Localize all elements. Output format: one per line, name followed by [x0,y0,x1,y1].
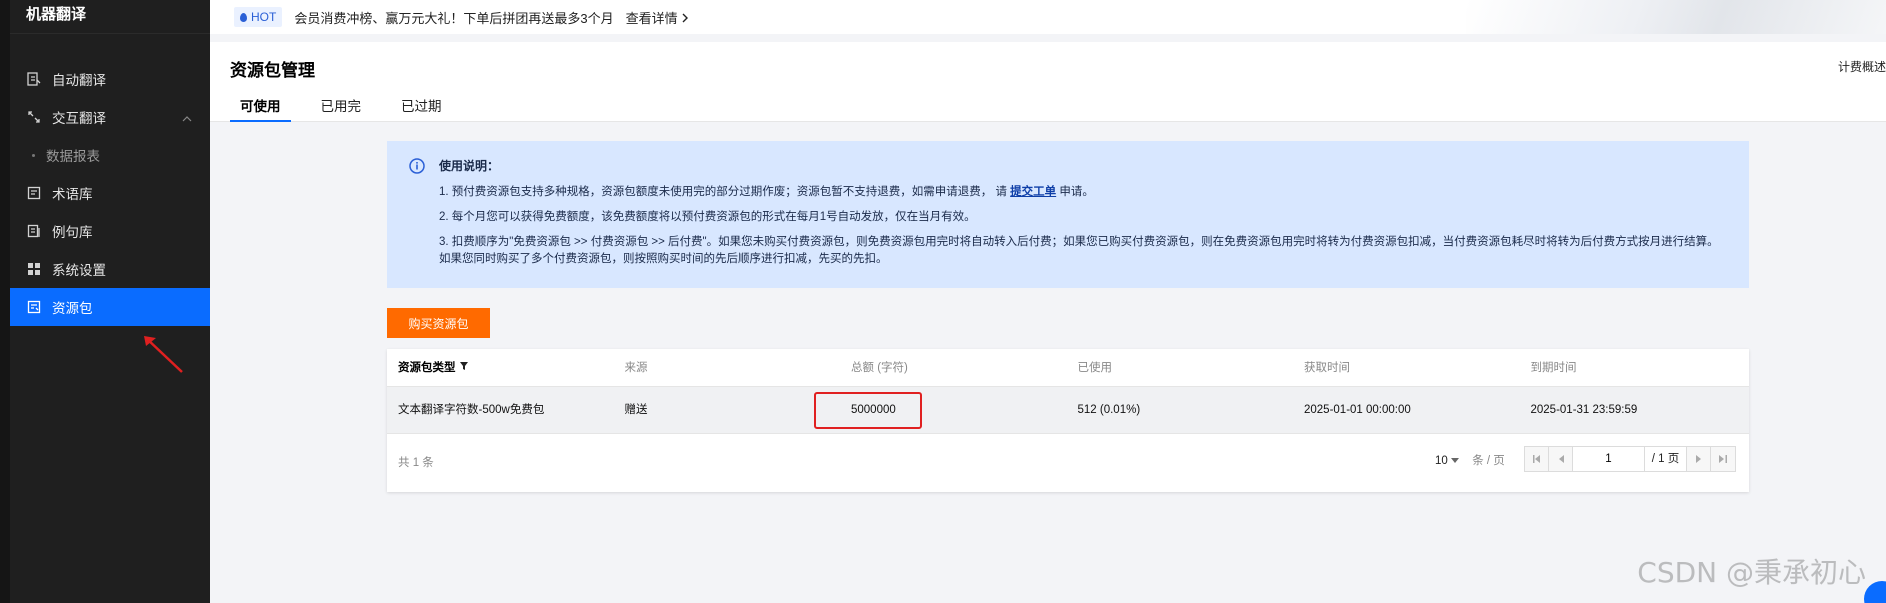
chevron-right-icon [682,13,689,22]
table-header: 资源包类型 来源 总额 (字符) 已使用 获取时间 到期时间 [387,349,1749,387]
sidebar-item-label: 交互翻译 [52,111,106,126]
sidebar-item-glossary[interactable]: 术语库 [10,174,210,212]
next-page-button[interactable] [1687,447,1711,471]
sidebar-item-label: 资源包 [52,301,93,316]
banner-link-label[interactable]: 查看详情 [626,11,678,26]
first-page-icon [1532,455,1540,463]
cell-acquired: 2025-01-01 00:00:00 [1304,404,1411,416]
tab-available[interactable]: 可使用 [230,96,291,122]
glossary-icon [26,185,42,201]
pagination: / 1 页 [1524,446,1736,472]
notice-line-1-suffix: 申请。 [1056,186,1094,198]
flame-icon [240,12,247,22]
sidebar-item-label: 数据报表 [46,149,100,164]
interactive-icon [26,109,42,125]
column-header-acquired: 获取时间 [1304,362,1350,374]
sidebar-item-interactive-translate[interactable]: 交互翻译 [10,98,210,136]
package-table: 资源包类型 来源 总额 (字符) 已使用 获取时间 到期时间 文本翻译字符数-5… [387,349,1749,492]
sidebar-item-auto-translate[interactable]: 自动翻译 [10,60,210,98]
total-pages: / 1 页 [1645,447,1687,471]
notice-line-3: 3. 扣费顺序为"免费资源包 >> 付费资源包 >> 后付费"。如果您未购买付费… [439,236,1719,265]
chevron-down-icon [1451,458,1459,463]
column-header-expires: 到期时间 [1530,362,1577,374]
table-row[interactable]: 文本翻译字符数-500w免费包 赠送 5000000 512 (0.01%) 2… [387,387,1749,434]
page-size-unit: 条 / 页 [1472,455,1505,467]
highlight-box [814,392,922,429]
floating-help-button[interactable] [1864,581,1886,603]
tab-used-up[interactable]: 已用完 [311,96,372,122]
buy-package-button[interactable]: 购买资源包 [387,308,490,338]
column-header-used: 已使用 [1077,362,1113,374]
grid-icon [26,261,42,277]
cell-source: 赠送 [624,404,648,416]
sidebar: 机器翻译 自动翻译 交互翻译 数据报表 术语库 例句库 系统设置 资源包 [10,0,210,603]
submit-ticket-link[interactable]: 提交工单 [1010,186,1056,198]
column-header-total: 总额 (字符) [851,362,908,374]
first-page-button[interactable] [1525,447,1549,471]
page-number-input[interactable] [1573,447,1645,471]
prev-page-button[interactable] [1549,447,1573,471]
sidebar-item-label: 例句库 [52,225,93,240]
column-header-label: 资源包类型 [398,362,456,374]
prev-page-icon [1558,455,1564,463]
banner-decoration [1466,0,1886,34]
promo-banner: HOT 会员消费冲榜、赢万元大礼！下单后拼团再送最多3个月 查看详情 [210,0,1886,34]
sidebar-item-examples[interactable]: 例句库 [10,212,210,250]
page-header: 资源包管理 计费概述 可使用 已用完 已过期 [210,42,1886,122]
notice-line-2: 2. 每个月您可以获得免费额度，该免费额度将以预付费资源包的形式在每月1号自动发… [439,211,976,223]
billing-overview-link[interactable]: 计费概述 [1838,58,1886,75]
next-page-icon [1695,455,1701,463]
column-header-source: 来源 [624,362,648,374]
column-header-type[interactable]: 资源包类型 [387,349,614,386]
notice-line-1-text: 1. 预付费资源包支持多种规格，资源包额度未使用完的部分过期作废；资源包暂不支持… [439,186,1011,198]
sidebar-item-resource-package[interactable]: 资源包 [10,288,210,326]
last-page-icon [1719,455,1727,463]
sidebar-item-label: 术语库 [52,187,93,202]
sidebar-brand: 机器翻译 [10,0,210,34]
chevron-up-icon[interactable] [182,111,192,126]
annotation-arrow [144,336,183,373]
usage-notice: 使用说明： 1. 预付费资源包支持多种规格，资源包额度未使用完的部分过期作废；资… [387,141,1749,288]
cell-used: 512 (0.01%) [1077,404,1141,416]
notice-title: 使用说明： [439,159,500,173]
page-size-value[interactable]: 10 [1435,455,1448,467]
notice-line-1: 1. 预付费资源包支持多种规格，资源包额度未使用完的部分过期作废；资源包暂不支持… [439,184,1729,201]
tab-expired[interactable]: 已过期 [391,96,452,122]
hot-badge: HOT [234,7,283,27]
table-footer: 共 1 条 10 条 / 页 / 1 页 [387,434,1749,490]
cell-type: 文本翻译字符数-500w免费包 [398,404,545,416]
cell-total: 5000000 [814,387,1067,433]
info-icon [409,158,425,174]
sidebar-nav: 自动翻译 交互翻译 数据报表 术语库 例句库 系统设置 资源包 [10,60,210,326]
package-icon [26,299,42,315]
banner-text: 会员消费冲榜、赢万元大礼！下单后拼团再送最多3个月 [294,10,614,26]
sidebar-item-label: 自动翻译 [52,73,106,88]
sidebar-item-data-report[interactable]: 数据报表 [10,136,210,174]
banner-details-link[interactable]: 查看详情 [626,8,690,27]
watermark: CSDN @秉承初心 [1637,556,1866,589]
window-edge [0,0,10,603]
bullet-dot [32,154,35,157]
filter-icon[interactable] [459,361,469,371]
tab-bar: 可使用 已用完 已过期 [230,96,472,122]
hot-badge-label: HOT [251,10,277,24]
last-page-button[interactable] [1711,447,1735,471]
page-size-select[interactable]: 10 条 / 页 [1435,452,1505,468]
sidebar-item-settings[interactable]: 系统设置 [10,250,210,288]
cell-expires: 2025-01-31 23:59:59 [1530,404,1638,416]
example-icon [26,223,42,239]
total-count: 共 1 条 [398,457,434,469]
doc-translate-icon [26,71,42,87]
page-title: 资源包管理 [230,61,315,80]
sidebar-item-label: 系统设置 [52,263,106,278]
